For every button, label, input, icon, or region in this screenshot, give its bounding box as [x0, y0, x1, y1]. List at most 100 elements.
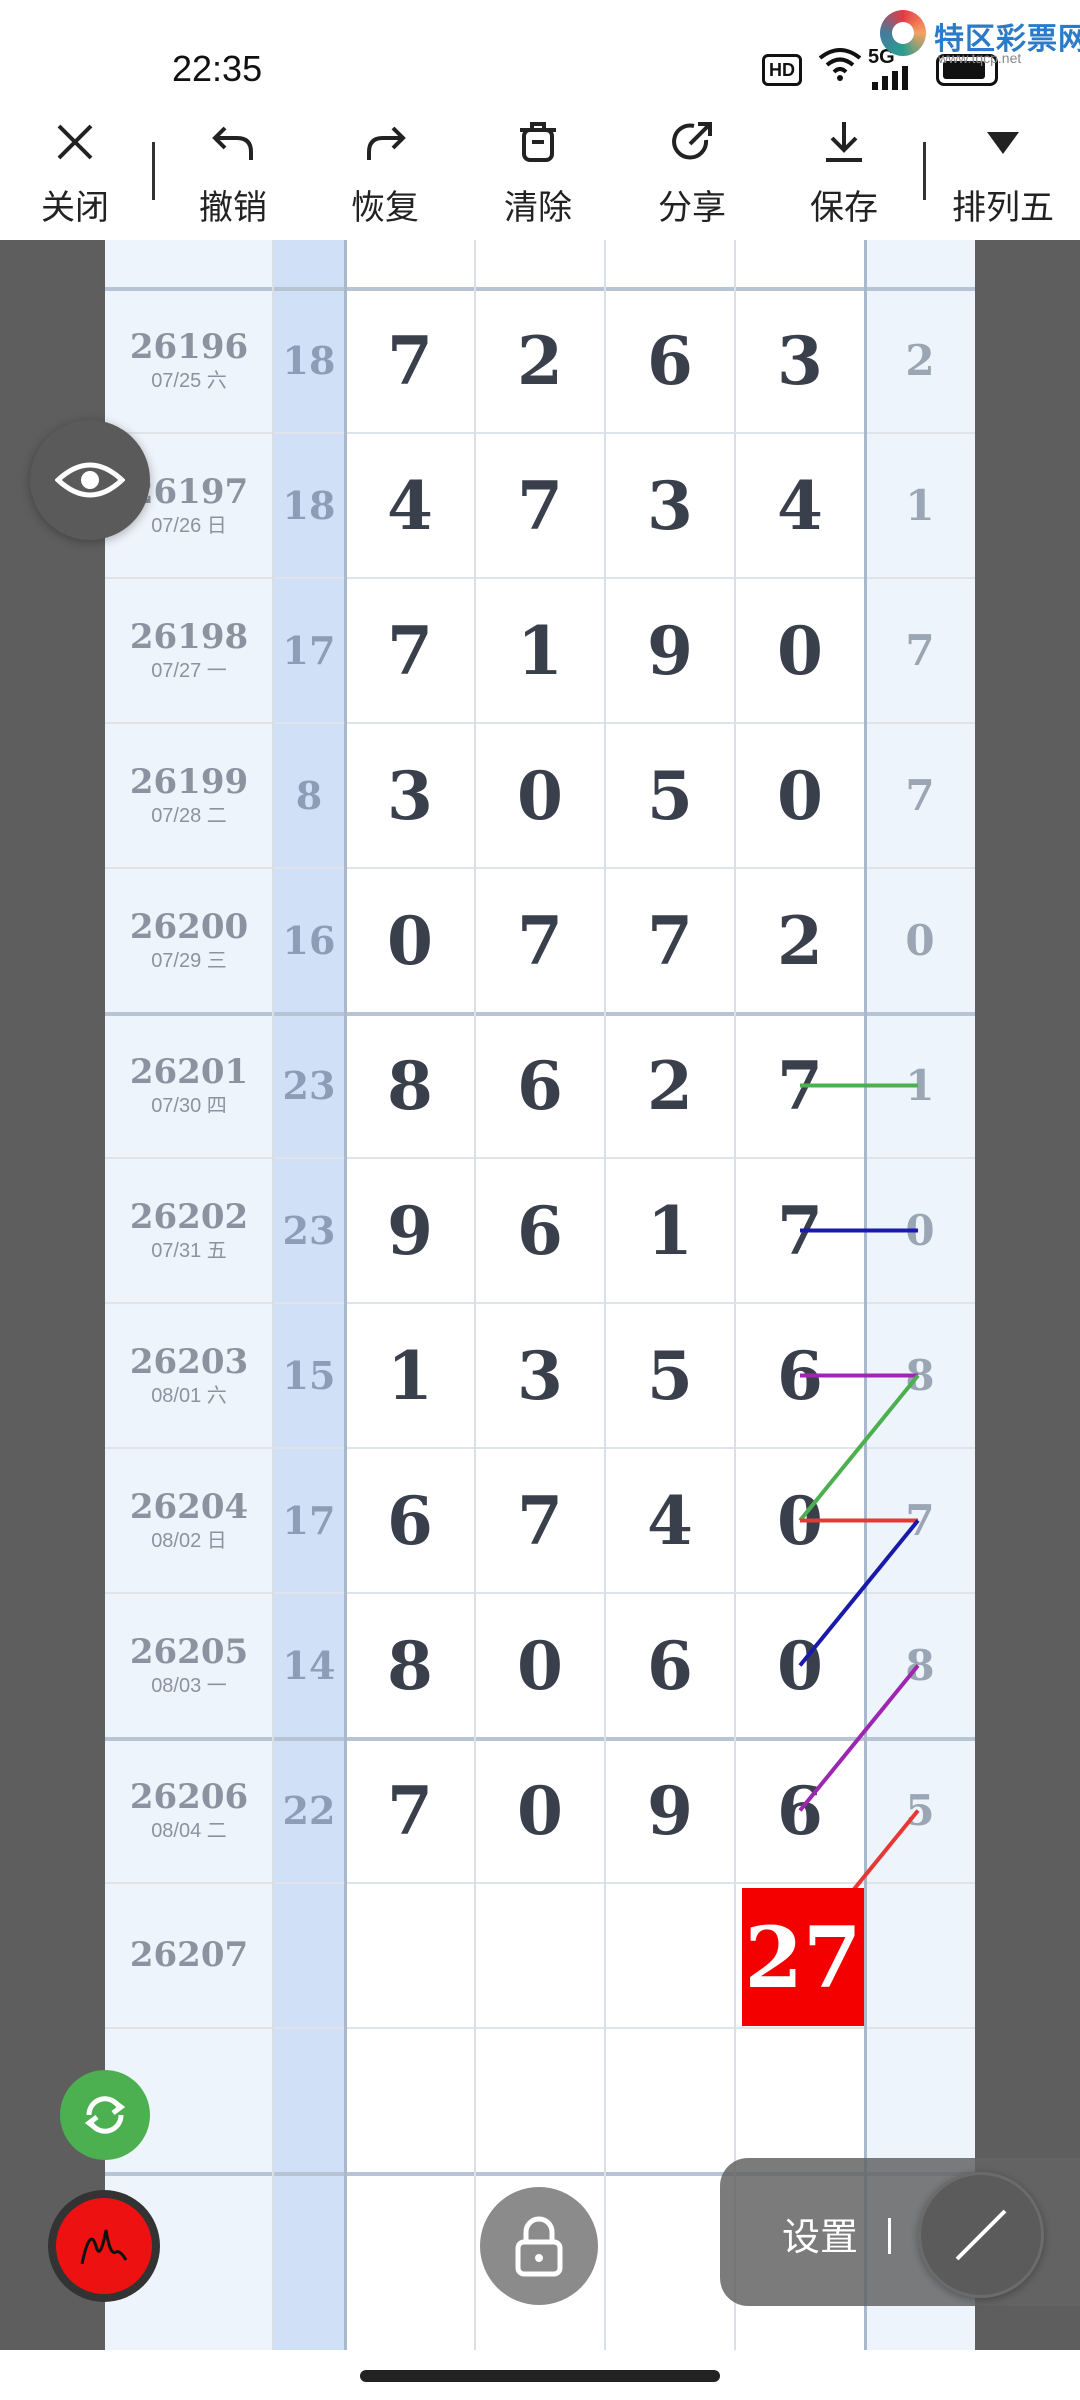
digit-cell-2[interactable]: 2	[475, 288, 605, 433]
digit-cell-3[interactable]: 6	[605, 288, 735, 433]
sum-cell[interactable]: 8	[273, 723, 345, 868]
period-cell[interactable]: 26206 08/04 二	[105, 1738, 273, 1883]
digit-cell-4[interactable]: 7	[735, 1013, 865, 1158]
digit-cell-1[interactable]: 4	[345, 433, 475, 578]
digit-cell-2[interactable]: 0	[475, 723, 605, 868]
refresh-button[interactable]	[60, 2070, 150, 2160]
period-cell[interactable]: 26203 08/01 六	[105, 1303, 273, 1448]
digit-cell-3[interactable]: 1	[605, 1158, 735, 1303]
digit-cell-1[interactable]: 3	[345, 723, 475, 868]
tail-cell[interactable]	[865, 1883, 975, 2028]
digit-cell-1[interactable]: 7	[345, 578, 475, 723]
sum-cell[interactable]: 17	[273, 1448, 345, 1593]
share-button[interactable]: 分享	[632, 110, 752, 240]
digit-cell-3[interactable]: 9	[605, 578, 735, 723]
tail-cell[interactable]: 8	[865, 1303, 975, 1448]
clear-button[interactable]: 清除	[478, 110, 598, 240]
digit-cell-3[interactable]: 3	[605, 433, 735, 578]
digit-cell-2[interactable]: 3	[475, 1303, 605, 1448]
digit-cell-2[interactable]: 6	[475, 1013, 605, 1158]
period-cell[interactable]: 26204 08/02 日	[105, 1448, 273, 1593]
digit-cell-1[interactable]: 7	[345, 1738, 475, 1883]
period-cell[interactable]: 26198 07/27 一	[105, 578, 273, 723]
digit-cell-4[interactable]: 0	[735, 1448, 865, 1593]
digit-cell-1[interactable]: 1	[345, 1303, 475, 1448]
close-button[interactable]: 关闭	[15, 110, 135, 240]
settings-button[interactable]: 设置	[782, 2206, 858, 2261]
digit-cell-2[interactable]: 6	[475, 1158, 605, 1303]
digit-cell-2[interactable]: 1	[475, 578, 605, 723]
period-cell[interactable]: 26199 07/28 二	[105, 723, 273, 868]
digit-cell-3[interactable]: 5	[605, 723, 735, 868]
digit-cell-1[interactable]: 8	[345, 1013, 475, 1158]
sum-cell[interactable]: 23	[273, 1158, 345, 1303]
period-cell[interactable]: 26202 07/31 五	[105, 1158, 273, 1303]
sum-cell[interactable]	[273, 1883, 345, 2028]
digit-cell-2[interactable]: 7	[475, 433, 605, 578]
digit-cell-3[interactable]: 7	[605, 868, 735, 1013]
close-label: 关闭	[41, 189, 109, 227]
tail-cell[interactable]: 8	[865, 1593, 975, 1738]
digit-cell-2[interactable]: 0	[475, 1593, 605, 1738]
sum-cell[interactable]: 18	[273, 433, 345, 578]
tail-cell[interactable]: 1	[865, 1013, 975, 1158]
digit-cell-4[interactable]: 6	[735, 1738, 865, 1883]
tail-cell[interactable]: 2	[865, 288, 975, 433]
digit-cell-4[interactable]: 2	[735, 868, 865, 1013]
digit-cell-3[interactable]: 9	[605, 1738, 735, 1883]
period-date: 07/31 五	[151, 1239, 227, 1262]
digit-cell-4[interactable]: 0	[735, 578, 865, 723]
digit-cell-2[interactable]: 7	[475, 1448, 605, 1593]
settings-divider	[888, 2218, 891, 2254]
digit-cell-3[interactable]: 5	[605, 1303, 735, 1448]
digit-cell-4[interactable]: 7	[735, 1158, 865, 1303]
tail-cell[interactable]: 1	[865, 433, 975, 578]
digit-cell-1[interactable]: 0	[345, 868, 475, 1013]
period-cell[interactable]: 26207	[105, 1883, 273, 2028]
sum-cell[interactable]: 14	[273, 1593, 345, 1738]
redo-button[interactable]: 恢复	[325, 110, 445, 240]
digit-cell-1[interactable]: 7	[345, 288, 475, 433]
digit-cell-4[interactable]: 3	[735, 288, 865, 433]
period-cell[interactable]: 26205 08/03 一	[105, 1593, 273, 1738]
digit-cell-4[interactable]: 4	[735, 433, 865, 578]
sum-cell[interactable]: 15	[273, 1303, 345, 1448]
tail-cell[interactable]: 0	[865, 1158, 975, 1303]
digit-cell-4[interactable]: 6	[735, 1303, 865, 1448]
period-cell[interactable]: 26200 07/29 三	[105, 868, 273, 1013]
lock-button[interactable]	[480, 2187, 598, 2305]
digit-cell-4[interactable]: 0	[735, 723, 865, 868]
period-cell[interactable]: 26201 07/30 四	[105, 1013, 273, 1158]
digit-cell-2[interactable]	[475, 1883, 605, 2028]
period-date: 07/28 二	[151, 804, 227, 827]
sum-cell[interactable]: 23	[273, 1013, 345, 1158]
digit-cell-1[interactable]: 6	[345, 1448, 475, 1593]
type-dropdown[interactable]: 排列五	[943, 110, 1063, 240]
digit-cell-2[interactable]: 7	[475, 868, 605, 1013]
tail-cell[interactable]: 7	[865, 578, 975, 723]
tail-cell[interactable]: 5	[865, 1738, 975, 1883]
digit-cell-2[interactable]: 0	[475, 1738, 605, 1883]
sum-cell[interactable]: 18	[273, 288, 345, 433]
sum-cell[interactable]: 17	[273, 578, 345, 723]
digit-cell-1[interactable]	[345, 1883, 475, 2028]
digit-cell-3[interactable]	[605, 1883, 735, 2028]
pen-tool-button[interactable]	[48, 2190, 160, 2302]
digit-cell-1[interactable]: 9	[345, 1158, 475, 1303]
gesture-nav-bar[interactable]	[360, 2370, 720, 2382]
undo-button[interactable]: 撤销	[173, 110, 293, 240]
sum-cell[interactable]: 16	[273, 868, 345, 1013]
save-button[interactable]: 保存	[784, 110, 904, 240]
sum-cell[interactable]: 22	[273, 1738, 345, 1883]
digit-cell-3[interactable]: 6	[605, 1593, 735, 1738]
digit-cell-1[interactable]: 8	[345, 1593, 475, 1738]
tail-cell[interactable]: 7	[865, 723, 975, 868]
line-tool-button[interactable]	[918, 2172, 1044, 2298]
digit-cell-3[interactable]: 4	[605, 1448, 735, 1593]
digit-cell-4[interactable]: 0	[735, 1593, 865, 1738]
digit-cell-3[interactable]: 2	[605, 1013, 735, 1158]
period-cell[interactable]: 26196 07/25 六	[105, 288, 273, 433]
tail-cell[interactable]: 0	[865, 868, 975, 1013]
visibility-toggle-button[interactable]	[30, 420, 150, 540]
tail-cell[interactable]: 7	[865, 1448, 975, 1593]
